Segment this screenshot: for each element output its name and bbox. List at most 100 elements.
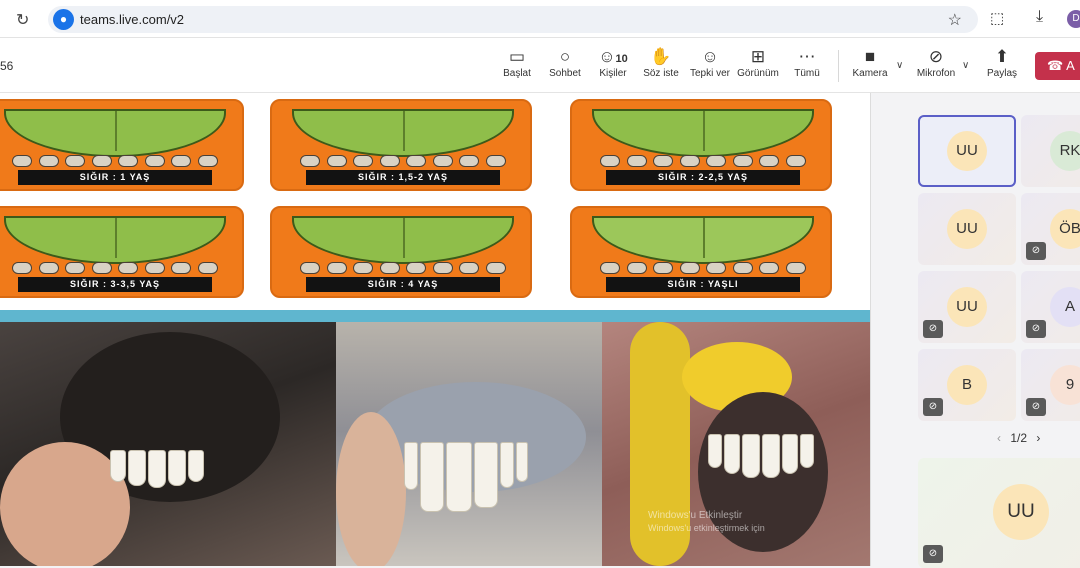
- shared-screen[interactable]: SIĞIR : 1 YAŞ SIĞIR : 1,5-2 YAŞ SIĞIR : …: [0, 93, 870, 566]
- jaw-illustration: [592, 216, 814, 264]
- participant-tile[interactable]: UU: [918, 115, 1016, 187]
- jaw-illustration: [292, 109, 514, 157]
- teeth-row: [12, 155, 218, 169]
- microphone-button[interactable]: ⊘ Mikrofon: [913, 46, 959, 88]
- incisor-row: [708, 434, 814, 478]
- incisor-row: [110, 450, 204, 488]
- tooth-diagram-card: SIĞIR : YAŞLI: [570, 206, 832, 298]
- participant-tile[interactable]: A ⊘: [1021, 271, 1080, 343]
- react-icon: ☺: [701, 47, 719, 66]
- camera-button[interactable]: ■ Kamera: [847, 46, 893, 88]
- download-icon[interactable]: ⤓: [1036, 8, 1043, 26]
- participant-avatar: UU: [947, 131, 987, 171]
- card-caption: SIĞIR : 1 YAŞ: [18, 170, 212, 185]
- cattle-teeth-photo: [0, 322, 336, 566]
- leave-button[interactable]: ☎ A: [1035, 52, 1080, 80]
- microphone-options-chevron-icon[interactable]: ∨: [962, 60, 969, 71]
- muted-mic-icon: ⊘: [923, 398, 943, 416]
- people-label: Kişiler: [599, 68, 627, 79]
- view-icon: ⊞: [750, 47, 766, 66]
- chat-button[interactable]: ○ Sohbet: [542, 46, 588, 88]
- camera-label: Kamera: [852, 68, 888, 79]
- participant-avatar: ÖB: [1050, 209, 1080, 249]
- teeth-row: [300, 155, 506, 169]
- self-avatar: UU: [993, 484, 1049, 540]
- muted-mic-icon: ⊘: [1026, 320, 1046, 338]
- activation-watermark: Windows'u Etkinleştir: [648, 510, 743, 521]
- view-button[interactable]: ⊞ Görünüm: [735, 46, 781, 88]
- people-button[interactable]: ☺10 Kişiler: [590, 46, 636, 88]
- teeth-row: [600, 155, 806, 169]
- start-icon: ▭: [508, 47, 526, 66]
- people-count: 10: [615, 53, 628, 65]
- hand-shape: [336, 412, 406, 566]
- react-button[interactable]: ☺ Tepki ver: [687, 46, 733, 88]
- participant-tile[interactable]: 9 ⊘: [1021, 349, 1080, 421]
- raise-hand-label: Söz iste: [643, 68, 679, 79]
- participant-avatar: UU: [947, 209, 987, 249]
- card-caption: SIĞIR : 3-3,5 YAŞ: [18, 277, 212, 292]
- jaw-illustration: [4, 109, 226, 157]
- share-icon: ⬆: [994, 47, 1010, 66]
- participant-tile[interactable]: UU: [918, 193, 1016, 265]
- more-label: Tümü: [794, 68, 820, 79]
- more-icon: ⋯: [798, 47, 816, 66]
- participant-tile[interactable]: UU ⊘: [918, 271, 1016, 343]
- tooth-diagram-card: SIĞIR : 1,5-2 YAŞ: [270, 99, 532, 191]
- participant-tile[interactable]: ÖB ⊘: [1021, 193, 1080, 265]
- card-caption: SIĞIR : YAŞLI: [606, 277, 800, 292]
- phone-hangup-icon: ☎: [1047, 58, 1064, 73]
- participant-tile[interactable]: B ⊘: [918, 349, 1016, 421]
- participant-avatar: RK: [1050, 131, 1080, 171]
- participant-avatar: 9: [1050, 365, 1080, 405]
- raise-hand-button[interactable]: ✋ Söz iste: [638, 46, 684, 88]
- chat-label: Sohbet: [549, 68, 581, 79]
- start-button[interactable]: ▭ Başlat: [494, 46, 540, 88]
- jaw-illustration: [292, 216, 514, 264]
- share-button[interactable]: ⬆ Paylaş: [979, 46, 1025, 88]
- bookmark-star-icon[interactable]: ☆: [948, 10, 962, 30]
- address-bar[interactable]: ● teams.live.com/v2 ☆: [48, 6, 978, 33]
- camera-options-chevron-icon[interactable]: ∨: [896, 60, 903, 71]
- share-label: Paylaş: [986, 68, 1017, 79]
- participant-tile[interactable]: RK: [1021, 115, 1080, 187]
- tooth-diagram-card: SIĞIR : 3-3,5 YAŞ: [0, 206, 244, 298]
- tooth-diagram-card: SIĞIR : 1 YAŞ: [0, 99, 244, 191]
- meeting-toolbar: 56 ▭ Başlat ○ Sohbet ☺10 Kişiler ✋ Söz i…: [0, 38, 1080, 93]
- more-button[interactable]: ⋯ Tümü: [784, 46, 830, 88]
- muted-mic-icon: ⊘: [1026, 398, 1046, 416]
- card-caption: SIĞIR : 1,5-2 YAŞ: [306, 170, 500, 185]
- camera-off-icon: ■: [864, 47, 876, 66]
- previous-page-icon[interactable]: ‹: [997, 431, 1001, 445]
- microphone-indicator-icon[interactable]: ●: [53, 9, 74, 30]
- teeth-row: [12, 262, 218, 276]
- meeting-timer: 56: [0, 59, 14, 73]
- url-text[interactable]: teams.live.com/v2: [80, 12, 184, 27]
- page-indicator: 1/2: [1010, 431, 1028, 445]
- jaw-illustration: [592, 109, 814, 157]
- chat-icon: ○: [559, 47, 571, 66]
- mic-off-icon: ⊘: [928, 47, 944, 66]
- participant-pager: ‹ 1/2 ›: [991, 431, 1046, 445]
- slide-divider: [0, 310, 870, 322]
- start-label: Başlat: [503, 68, 531, 79]
- react-label: Tepki ver: [689, 68, 730, 79]
- card-caption: SIĞIR : 4 YAŞ: [306, 277, 500, 292]
- microphone-label: Mikrofon: [916, 68, 956, 79]
- raise-hand-icon: ✋: [650, 47, 672, 66]
- participant-avatar: B: [947, 365, 987, 405]
- view-label: Görünüm: [737, 68, 779, 79]
- toolbar-divider: [838, 50, 839, 82]
- muted-mic-icon: ⊘: [1026, 242, 1046, 260]
- participant-avatar: UU: [947, 287, 987, 327]
- next-page-icon[interactable]: ›: [1036, 431, 1040, 445]
- profile-avatar[interactable]: D: [1067, 10, 1080, 28]
- extensions-icon[interactable]: ⬚: [990, 9, 1004, 27]
- self-video-tile[interactable]: UU ⊘: [918, 458, 1080, 568]
- cattle-teeth-photo: Windows'u Etkinleştir Windows'u etkinleş…: [602, 322, 870, 566]
- tooth-diagram-card: SIĞIR : 2-2,5 YAŞ: [570, 99, 832, 191]
- reload-icon[interactable]: ↻: [16, 10, 29, 30]
- participant-panel: UU RK UU ÖB ⊘ UU ⊘ A ⊘ B ⊘ 9 ⊘ ‹ 1/2 › U…: [870, 93, 1080, 568]
- teeth-row: [600, 262, 806, 276]
- incisor-row: [404, 442, 528, 512]
